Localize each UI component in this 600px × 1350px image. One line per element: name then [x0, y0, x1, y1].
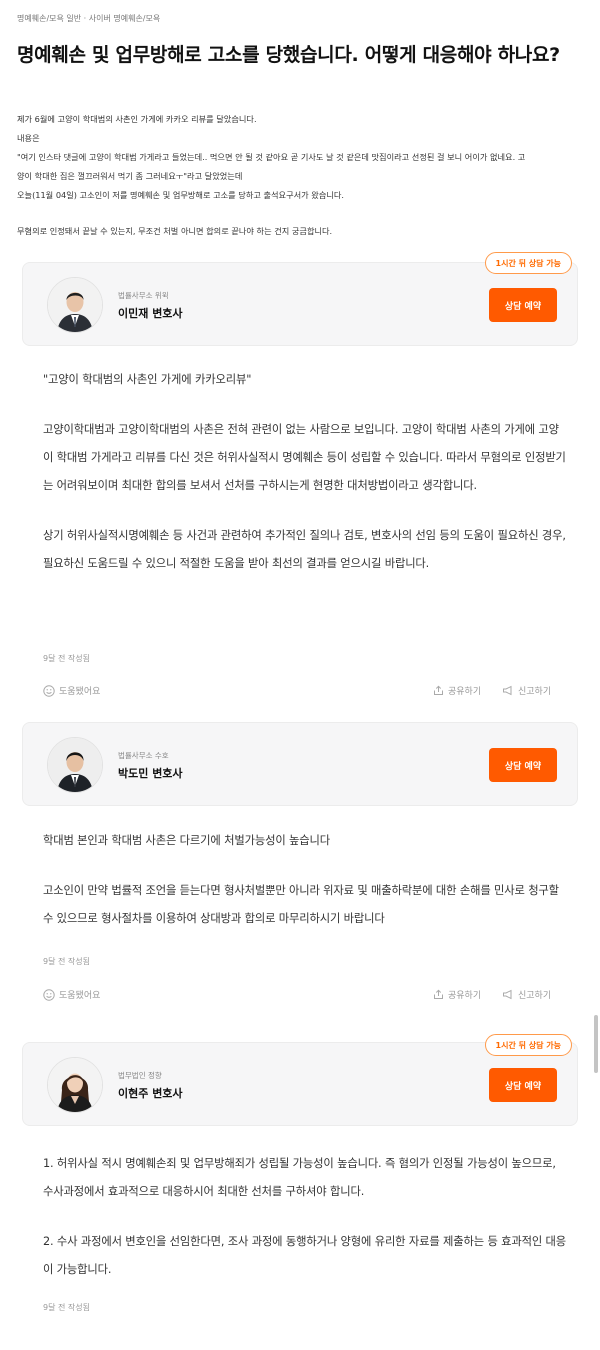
question-line: 오늘(11월 04일) 고소인이 저를 명예훼손 및 업무방해로 고소를 당하고… [17, 190, 345, 200]
lawyer-card: 법률사무소 수호 박도민 변호사 상담 예약 [22, 722, 578, 806]
answer-timestamp: 9달 전 작성됨 [43, 1303, 90, 1312]
lawyer-avatar[interactable] [47, 1057, 103, 1113]
share-button[interactable]: 공유하기 [433, 988, 481, 1001]
firm-name: 법률사무소 위윅 [118, 291, 169, 300]
smile-icon [43, 684, 55, 697]
megaphone-icon [502, 989, 514, 1000]
consult-booking-button[interactable]: 상담 예약 [489, 1068, 557, 1102]
share-label: 공유하기 [448, 687, 482, 697]
share-icon [433, 685, 444, 696]
question-line: "여기 인스타 댓글에 고양이 학대범 가게라고 들었는데.. 먹으면 안 될 … [17, 152, 526, 162]
question-line: 내용은 [17, 133, 40, 143]
share-icon [433, 989, 444, 1000]
answer-paragraph: 상기 허위사실적시명예훼손 등 사건과 관련하여 추가적인 질의나 검토, 변호… [43, 529, 566, 570]
consult-booking-button[interactable]: 상담 예약 [489, 288, 557, 322]
smile-icon [43, 988, 55, 1001]
breadcrumb[interactable]: 명예훼손/모욕 일반 · 사이버 명예훼손/모욕 [17, 13, 160, 24]
answer-body: "고양이 학대범의 사촌인 가게에 카카오리뷰" 고양이학대범과 고양이학대범의… [43, 366, 568, 578]
availability-badge: 1시간 뒤 상담 가능 [484, 252, 572, 274]
availability-badge: 1시간 뒤 상담 가능 [484, 1034, 572, 1056]
answer-timestamp: 9달 전 작성됨 [43, 654, 90, 663]
lawyer-name[interactable]: 이민재 변호사 [118, 305, 183, 321]
answer-paragraph: 고소인이 만약 법률적 조언을 듣는다면 형사처벌뿐만 아니라 위자료 및 매출… [43, 884, 559, 925]
question-line: 제가 6월에 고양이 학대범의 사촌인 가게에 카카오 리뷰를 달았습니다. [17, 114, 257, 124]
share-button[interactable]: 공유하기 [433, 684, 481, 697]
firm-name: 법률사무소 수호 [118, 751, 169, 760]
lawyer-card: 법률사무소 위윅 이민재 변호사 상담 예약 [22, 262, 578, 346]
lawyer-avatar[interactable] [47, 737, 103, 793]
helpful-button[interactable]: 도움됐어요 [43, 988, 100, 1001]
lawyer-name[interactable]: 박도민 변호사 [118, 765, 183, 781]
report-label: 신고하기 [518, 687, 552, 697]
helpful-label: 도움됐어요 [59, 687, 101, 697]
report-button[interactable]: 신고하기 [502, 684, 551, 697]
answer-timestamp: 9달 전 작성됨 [43, 957, 90, 966]
question-title: 명예훼손 및 업무방해로 고소를 당했습니다. 어떻게 대응해야 하나요? [17, 44, 560, 66]
lawyer-name[interactable]: 이현주 변호사 [118, 1085, 183, 1101]
answer-body: 1. 허위사실 적시 명예훼손죄 및 업무방해죄가 성립될 가능성이 높습니다.… [43, 1150, 568, 1284]
answer-paragraph: "고양이 학대범의 사촌인 가게에 카카오리뷰" [43, 373, 252, 386]
helpful-button[interactable]: 도움됐어요 [43, 684, 100, 697]
answer-paragraph: 1. 허위사실 적시 명예훼손죄 및 업무방해죄가 성립될 가능성이 높습니다.… [43, 1157, 556, 1198]
report-label: 신고하기 [518, 991, 552, 1001]
share-label: 공유하기 [448, 991, 482, 1001]
answer-paragraph: 고양이학대범과 고양이학대범의 사촌은 전혀 관련이 없는 사람으로 보입니다.… [43, 423, 566, 492]
scrollbar-thumb[interactable] [594, 1015, 598, 1073]
report-button[interactable]: 신고하기 [502, 988, 551, 1001]
answer-paragraph: 학대범 본인과 학대범 사촌은 다르기에 처벌가능성이 높습니다 [43, 834, 330, 847]
consult-booking-button[interactable]: 상담 예약 [489, 748, 557, 782]
lawyer-avatar[interactable] [47, 277, 103, 333]
question-body: 제가 6월에 고양이 학대범의 사촌인 가게에 카카오 리뷰를 달았습니다. 내… [17, 110, 592, 241]
firm-name: 법무법인 정향 [118, 1071, 162, 1080]
answer-body: 학대범 본인과 학대범 사촌은 다르기에 처벌가능성이 높습니다 고소인이 만약… [43, 827, 568, 933]
megaphone-icon [502, 685, 514, 696]
question-line: 양이 학대한 집은 껄끄러워서 먹기 좀 그러네요ㅜ"라고 달았었는데 [17, 171, 243, 181]
answer-paragraph: 2. 수사 과정에서 변호인을 선임한다면, 조사 과정에 동행하거나 양형에 … [43, 1235, 567, 1276]
question-line: 무혐의로 인정돼서 끝날 수 있는지, 무조건 처벌 아니면 합의로 끝나야 하… [17, 226, 333, 236]
helpful-label: 도움됐어요 [59, 991, 101, 1001]
